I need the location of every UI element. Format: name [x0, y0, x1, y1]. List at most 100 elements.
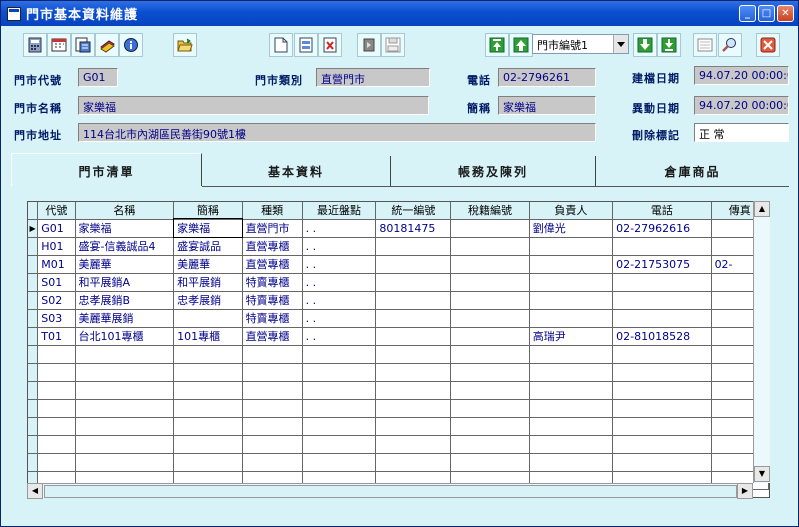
scroll-left-icon[interactable]: ◀: [27, 483, 43, 499]
table-cell[interactable]: [375, 363, 452, 382]
row-indicator[interactable]: [28, 309, 39, 328]
table-cell[interactable]: [37, 345, 76, 364]
table-cell[interactable]: [375, 345, 452, 364]
last-record-icon[interactable]: [657, 33, 681, 57]
books-icon[interactable]: [95, 33, 119, 57]
table-cell[interactable]: H01: [37, 237, 76, 256]
column-header[interactable]: 名稱: [75, 202, 175, 220]
table-cell[interactable]: [242, 363, 303, 382]
table-cell[interactable]: . .: [302, 219, 377, 238]
table-cell[interactable]: [450, 453, 530, 472]
table-cell[interactable]: 直營專櫃: [242, 255, 303, 274]
table-cell[interactable]: 高瑞尹: [529, 327, 614, 346]
table-cell[interactable]: [242, 417, 303, 436]
table-row[interactable]: M01 美麗華 美麗華 直營專櫃. . 02-21753075 02-: [28, 255, 769, 274]
table-cell[interactable]: [450, 309, 530, 328]
calculator-icon[interactable]: [23, 33, 47, 57]
table-cell[interactable]: [612, 381, 712, 400]
table-cell[interactable]: 特賣專櫃: [242, 273, 303, 292]
table-cell[interactable]: [529, 453, 614, 472]
table-cell[interactable]: 盛宴-信義誠品4: [75, 237, 175, 256]
table-cell[interactable]: [302, 453, 377, 472]
table-cell[interactable]: [75, 345, 175, 364]
search-icon[interactable]: [718, 33, 742, 57]
horizontal-scroll-thumb[interactable]: [44, 485, 737, 498]
table-cell[interactable]: [37, 417, 76, 436]
table-cell[interactable]: [302, 435, 377, 454]
table-cell[interactable]: 忠孝展銷B: [75, 291, 175, 310]
row-indicator[interactable]: [28, 327, 39, 346]
table-cell[interactable]: [450, 273, 530, 292]
table-cell[interactable]: [37, 435, 76, 454]
table-cell[interactable]: . .: [302, 255, 377, 274]
table-cell[interactable]: [529, 345, 614, 364]
table-cell[interactable]: 美麗華: [173, 255, 243, 274]
first-record-icon[interactable]: [485, 33, 509, 57]
column-header[interactable]: 稅籍編號: [450, 202, 530, 220]
save-icon[interactable]: [381, 33, 405, 57]
table-cell[interactable]: [612, 309, 712, 328]
short-name-field[interactable]: 家樂福: [498, 96, 596, 115]
table-cell[interactable]: [375, 435, 452, 454]
table-cell[interactable]: [173, 453, 243, 472]
table-row[interactable]: S02 忠孝展銷B 忠孝展銷 特賣專櫃. .: [28, 291, 769, 310]
table-cell[interactable]: [75, 453, 175, 472]
table-cell[interactable]: [75, 363, 175, 382]
table-cell[interactable]: [375, 309, 452, 328]
row-indicator[interactable]: [28, 435, 39, 454]
table-cell[interactable]: 02-27962616: [612, 219, 712, 238]
table-cell[interactable]: [173, 435, 243, 454]
tab-basic-info[interactable]: 基本資料: [202, 156, 391, 186]
row-indicator[interactable]: [28, 453, 39, 472]
calendar-icon[interactable]: [47, 33, 71, 57]
info-icon[interactable]: [119, 33, 143, 57]
empty-table-row[interactable]: [28, 345, 769, 364]
table-cell[interactable]: [375, 381, 452, 400]
table-cell[interactable]: [302, 417, 377, 436]
previous-record-icon[interactable]: [509, 33, 533, 57]
table-cell[interactable]: S02: [37, 291, 76, 310]
store-name-field[interactable]: 家樂福: [78, 96, 429, 115]
table-cell[interactable]: [37, 381, 76, 400]
table-cell[interactable]: [37, 399, 76, 418]
row-indicator[interactable]: [28, 255, 39, 274]
table-cell[interactable]: [612, 363, 712, 382]
row-indicator[interactable]: [28, 273, 39, 292]
store-type-field[interactable]: 直營門市: [316, 68, 430, 87]
empty-table-row[interactable]: [28, 417, 769, 436]
minimize-button[interactable]: _: [739, 5, 756, 22]
table-cell[interactable]: G01: [37, 219, 76, 238]
table-cell[interactable]: [375, 453, 452, 472]
edit-record-icon[interactable]: [294, 33, 318, 57]
table-cell[interactable]: [529, 417, 614, 436]
close-window-button[interactable]: ✕: [777, 5, 794, 22]
table-cell[interactable]: [242, 453, 303, 472]
row-indicator[interactable]: [28, 363, 39, 382]
table-cell[interactable]: [612, 273, 712, 292]
table-cell[interactable]: 美麗華: [75, 255, 175, 274]
row-indicator[interactable]: [28, 381, 39, 400]
empty-table-row[interactable]: [28, 363, 769, 382]
column-header[interactable]: 電話: [612, 202, 712, 220]
tab-warehouse-goods[interactable]: 倉庫商品: [596, 156, 789, 186]
table-cell[interactable]: [375, 327, 452, 346]
table-cell[interactable]: 02-81018528: [612, 327, 712, 346]
column-header[interactable]: 簡稱: [173, 202, 243, 220]
table-cell[interactable]: [612, 453, 712, 472]
chevron-down-icon[interactable]: [613, 35, 628, 53]
exit-icon[interactable]: [756, 33, 780, 57]
maximize-button[interactable]: □: [758, 5, 775, 22]
table-cell[interactable]: [529, 381, 614, 400]
table-cell[interactable]: [75, 417, 175, 436]
empty-table-row[interactable]: [28, 381, 769, 400]
store-code-field[interactable]: G01: [78, 68, 118, 87]
row-indicator[interactable]: ▶: [28, 219, 39, 238]
row-indicator[interactable]: [28, 345, 39, 364]
table-cell[interactable]: T01: [37, 327, 76, 346]
table-cell[interactable]: [173, 309, 243, 328]
table-cell[interactable]: [529, 363, 614, 382]
table-cell[interactable]: [375, 417, 452, 436]
column-header[interactable]: 統一編號: [375, 202, 452, 220]
table-cell[interactable]: [450, 219, 530, 238]
report-icon[interactable]: [71, 33, 95, 57]
